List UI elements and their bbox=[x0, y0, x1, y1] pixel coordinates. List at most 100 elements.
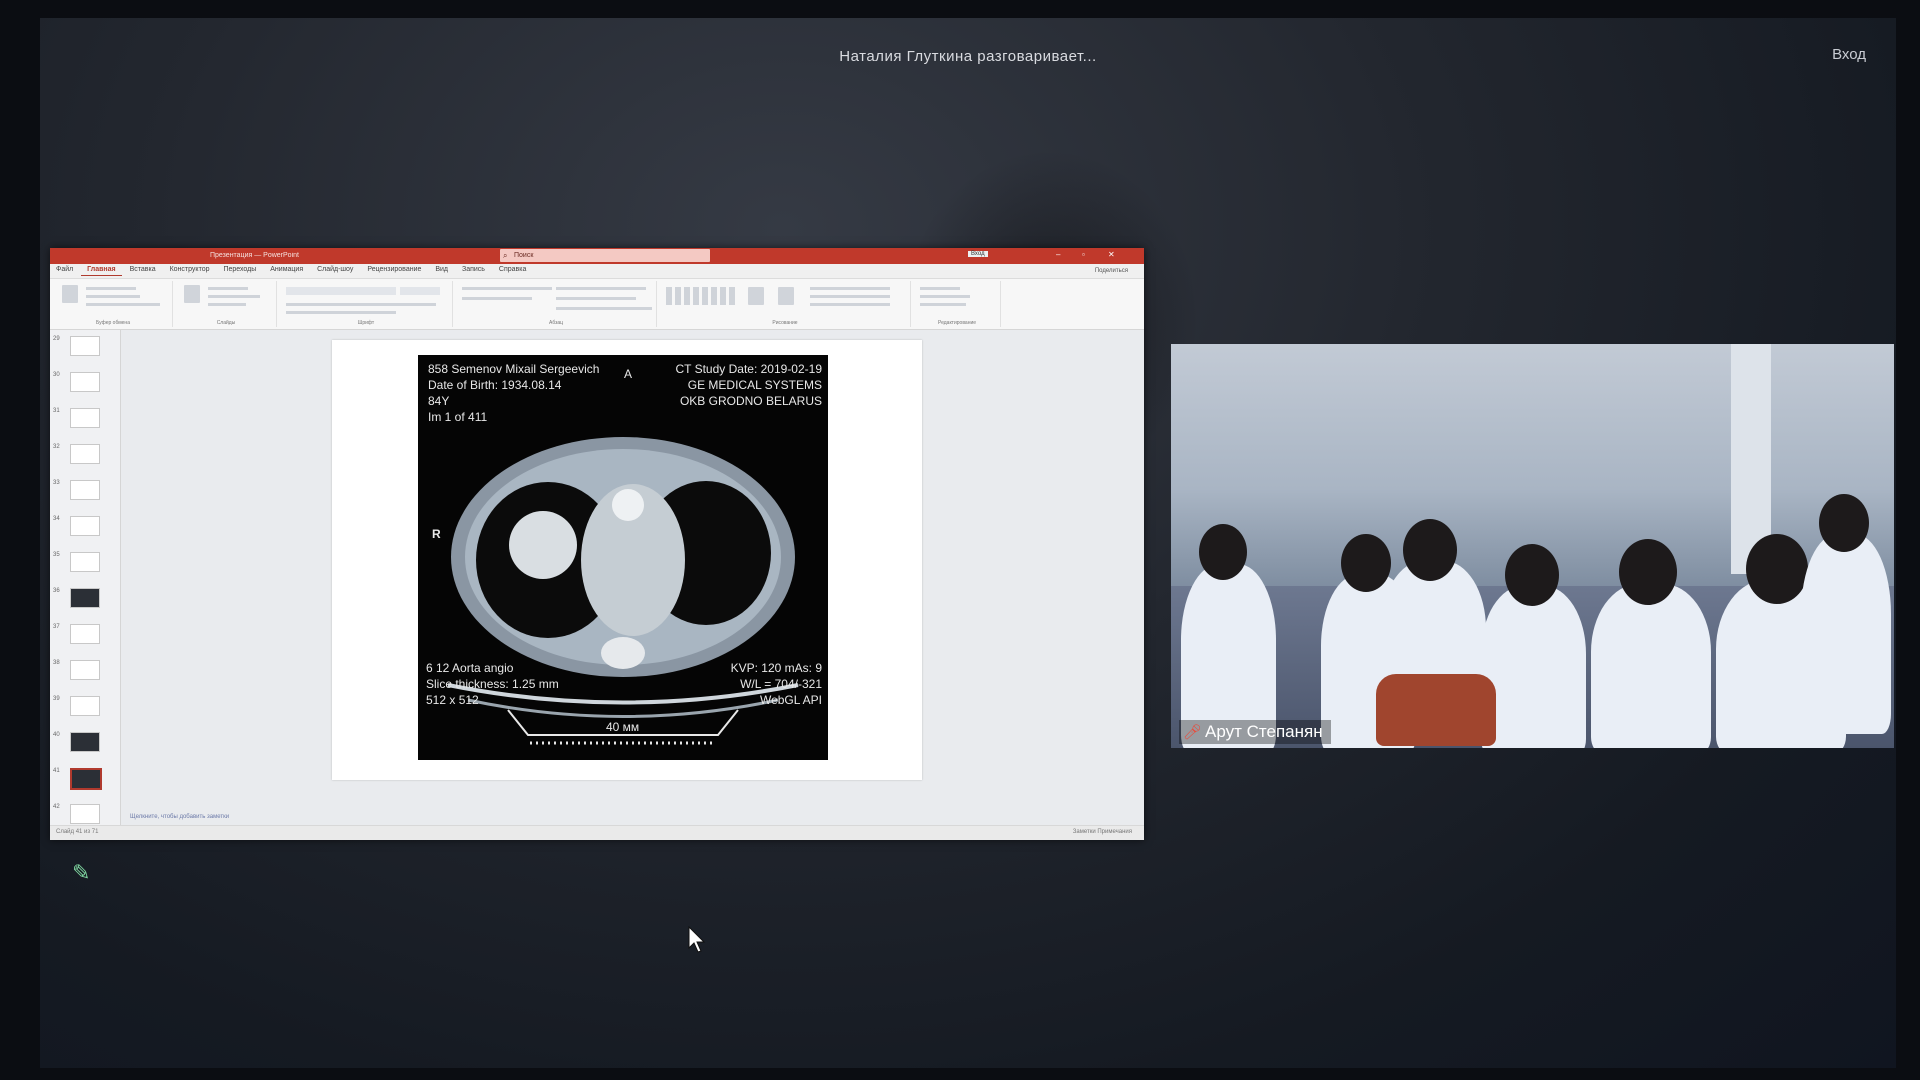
cursor-arrow bbox=[688, 926, 706, 953]
slide-number: 31 bbox=[53, 408, 60, 414]
tab-help[interactable]: Справка bbox=[493, 264, 532, 275]
ct-technique-info: KVP: 120 mAs: 9 W/L = 704/-321 WebGL API bbox=[731, 660, 822, 708]
meeting-screen: Наталия Глуткина разговаривает... Вход П… bbox=[40, 18, 1896, 1068]
shape-fill-button[interactable] bbox=[810, 287, 890, 290]
ppt-ribbon-tabs: Файл Главная Вставка Конструктор Переход… bbox=[50, 264, 1144, 279]
ct-series-info: 6 12 Aorta angio Slice thickness: 1.25 m… bbox=[426, 660, 559, 708]
ct-aorta bbox=[612, 489, 644, 521]
ribbon-group-slides: Слайды bbox=[176, 281, 277, 327]
new-slide-icon[interactable] bbox=[184, 285, 200, 303]
replace-button[interactable] bbox=[920, 295, 970, 298]
search-icon: ⌕ bbox=[503, 251, 508, 260]
slide-thumbnail[interactable] bbox=[70, 588, 100, 608]
slide-thumbnail-selected[interactable] bbox=[70, 768, 102, 790]
slide-number: 34 bbox=[53, 516, 60, 522]
login-link[interactable]: Вход bbox=[1832, 46, 1866, 63]
font-size-select[interactable] bbox=[400, 287, 440, 295]
slide-number: 39 bbox=[53, 696, 60, 702]
shapes-gallery[interactable] bbox=[666, 287, 736, 305]
person-head bbox=[1819, 494, 1869, 552]
font-format-buttons[interactable] bbox=[286, 303, 436, 306]
ct-scan-image: 858 Semenov Mixail Sergeevich Date of Bi… bbox=[418, 355, 828, 760]
align-buttons[interactable] bbox=[462, 297, 532, 300]
close-icon[interactable]: ✕ bbox=[1108, 250, 1115, 259]
shared-powerpoint-window[interactable]: Презентация — PowerPoint ⌕ Поиск Вход – … bbox=[50, 248, 1144, 840]
slide-thumbnail[interactable] bbox=[70, 696, 100, 716]
ppt-search-box[interactable]: ⌕ Поиск bbox=[500, 249, 710, 262]
tab-home[interactable]: Главная bbox=[81, 264, 122, 276]
tab-slideshow[interactable]: Слайд-шоу bbox=[311, 264, 359, 275]
person-coat bbox=[1481, 586, 1586, 748]
slide-thumbnail[interactable] bbox=[70, 624, 100, 644]
slide-thumbnail[interactable] bbox=[70, 444, 100, 464]
layout-button[interactable] bbox=[208, 287, 248, 290]
tab-transitions[interactable]: Переходы bbox=[217, 264, 262, 275]
notes-placeholder[interactable]: Щелкните, чтобы добавить заметки bbox=[130, 814, 229, 820]
slide-number: 30 bbox=[53, 372, 60, 378]
status-view-buttons[interactable]: Заметки Примечания bbox=[1073, 829, 1132, 835]
slide-thumbnail[interactable] bbox=[70, 408, 100, 428]
select-button[interactable] bbox=[920, 303, 966, 306]
copy-button[interactable] bbox=[86, 295, 140, 298]
reset-button[interactable] bbox=[208, 295, 260, 298]
pen-icon[interactable]: ✎ bbox=[72, 860, 100, 888]
tab-insert[interactable]: Вставка bbox=[124, 264, 162, 275]
share-button[interactable]: Поделиться bbox=[1089, 266, 1134, 276]
ribbon-group-label: Шрифт bbox=[357, 320, 375, 326]
arrange-icon[interactable] bbox=[748, 287, 764, 305]
ppt-search-placeholder: Поиск bbox=[514, 252, 534, 259]
microphone-muted-icon: 🎤︎ bbox=[1183, 724, 1203, 741]
current-slide[interactable]: 858 Semenov Mixail Sergeevich Date of Bi… bbox=[332, 340, 922, 780]
maximize-icon[interactable]: ▫ bbox=[1082, 250, 1085, 259]
participant-video-tile[interactable]: 🎤︎ Арут Степанян bbox=[1171, 344, 1894, 748]
slide-number: 32 bbox=[53, 444, 60, 450]
slide-thumbnail[interactable] bbox=[70, 732, 100, 752]
person-coat bbox=[1801, 534, 1891, 734]
format-painter-button[interactable] bbox=[86, 303, 160, 306]
list-buttons[interactable] bbox=[462, 287, 552, 290]
find-button[interactable] bbox=[920, 287, 960, 290]
smartart-button[interactable] bbox=[556, 307, 652, 310]
slide-number: 38 bbox=[53, 660, 60, 666]
ppt-signin-button[interactable]: Вход bbox=[968, 251, 988, 257]
slide-thumbnail[interactable] bbox=[70, 372, 100, 392]
ribbon-group-label: Редактирование bbox=[937, 320, 977, 326]
ct-kvp: KVP: 120 mAs: 9 bbox=[730, 661, 822, 675]
cut-button[interactable] bbox=[86, 287, 136, 290]
tab-design[interactable]: Конструктор bbox=[164, 264, 216, 275]
ct-patient-name: 858 Semenov Mixail Sergeevich bbox=[428, 362, 600, 376]
tab-view[interactable]: Вид bbox=[429, 264, 454, 275]
ribbon-group-paragraph: Абзац bbox=[456, 281, 657, 327]
slide-thumbnail[interactable] bbox=[70, 552, 100, 572]
font-color-buttons[interactable] bbox=[286, 311, 396, 314]
slide-thumbnail[interactable] bbox=[70, 516, 100, 536]
paste-icon[interactable] bbox=[62, 285, 78, 303]
shape-outline-button[interactable] bbox=[810, 295, 890, 298]
ribbon-group-clipboard: Буфер обмена bbox=[54, 281, 173, 327]
person-head bbox=[1746, 534, 1808, 604]
speaker-status: Наталия Глуткина разговаривает... bbox=[839, 48, 1097, 65]
slide-number: 33 bbox=[53, 480, 60, 486]
quick-styles-icon[interactable] bbox=[778, 287, 794, 305]
slide-thumbnail[interactable] bbox=[70, 660, 100, 680]
slide-thumbnail[interactable] bbox=[70, 480, 100, 500]
text-direction-button[interactable] bbox=[556, 287, 646, 290]
tab-animations[interactable]: Анимация bbox=[264, 264, 309, 275]
ppt-workspace: 29 30 31 32 33 34 35 36 37 38 39 40 41 4… bbox=[50, 330, 1144, 826]
tab-file[interactable]: Файл bbox=[50, 264, 79, 275]
ppt-status-bar: Слайд 41 из 71 Заметки Примечания bbox=[50, 825, 1144, 840]
ct-matrix: 512 x 512 bbox=[426, 693, 479, 707]
minimize-icon[interactable]: – bbox=[1056, 250, 1060, 259]
font-name-select[interactable] bbox=[286, 287, 396, 295]
ct-orientation-anterior: A bbox=[624, 367, 633, 381]
slide-thumbnail-pane[interactable]: 29 30 31 32 33 34 35 36 37 38 39 40 41 4… bbox=[50, 330, 121, 826]
align-text-button[interactable] bbox=[556, 297, 636, 300]
slide-thumbnail[interactable] bbox=[70, 336, 100, 356]
slide-thumbnail[interactable] bbox=[70, 804, 100, 824]
slide-number: 42 bbox=[53, 804, 60, 810]
shape-effects-button[interactable] bbox=[810, 303, 890, 306]
section-button[interactable] bbox=[208, 303, 246, 306]
ppt-title-bar: Презентация — PowerPoint ⌕ Поиск Вход – … bbox=[50, 248, 1144, 264]
tab-record[interactable]: Запись bbox=[456, 264, 491, 275]
tab-review[interactable]: Рецензирование bbox=[361, 264, 427, 275]
